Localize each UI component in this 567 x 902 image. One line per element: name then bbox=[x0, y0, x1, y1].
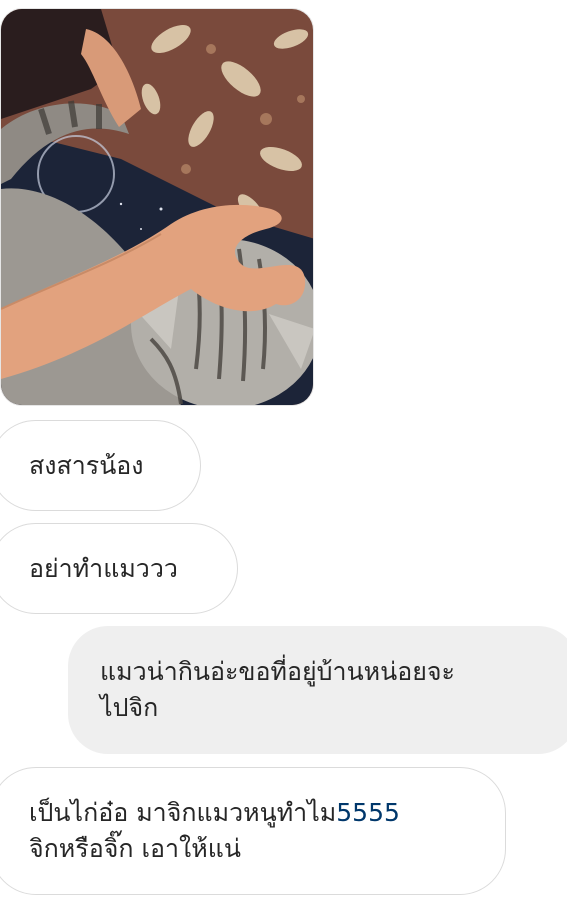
message-text-line: แมวน่ากินอ่ะขอที่อยู่บ้านหน่อยจะ bbox=[100, 657, 455, 686]
message-text: อย่าทำแมววว bbox=[29, 553, 178, 583]
outgoing-message-bubble[interactable]: แมวน่ากินอ่ะขอที่อยู่บ้านหน่อยจะ ไปจิก bbox=[68, 626, 567, 754]
message-text-line: เป็นไก่อ๋อ มาจิกแมวหนูทำไม5555 bbox=[29, 795, 477, 831]
message-text: สงสารน้อง bbox=[29, 450, 144, 480]
message-text-line: จิกหรือจิ๊ก เอาให้แน่ bbox=[29, 834, 241, 863]
incoming-message-bubble[interactable]: อย่าทำแมววว bbox=[0, 523, 238, 614]
message-text: เป็นไก่อ๋อ มาจิกแมวหนูทำไม bbox=[29, 798, 337, 827]
cat-photo-icon bbox=[1, 9, 313, 405]
laugh-number-link[interactable]: 5555 bbox=[336, 798, 400, 827]
message-text-line: ไปจิก bbox=[100, 693, 159, 722]
photo-message[interactable] bbox=[0, 8, 314, 406]
incoming-message-bubble[interactable]: สงสารน้อง bbox=[0, 420, 201, 511]
incoming-message-bubble[interactable]: เป็นไก่อ๋อ มาจิกแมวหนูทำไม5555 จิกหรือจิ… bbox=[0, 767, 506, 895]
